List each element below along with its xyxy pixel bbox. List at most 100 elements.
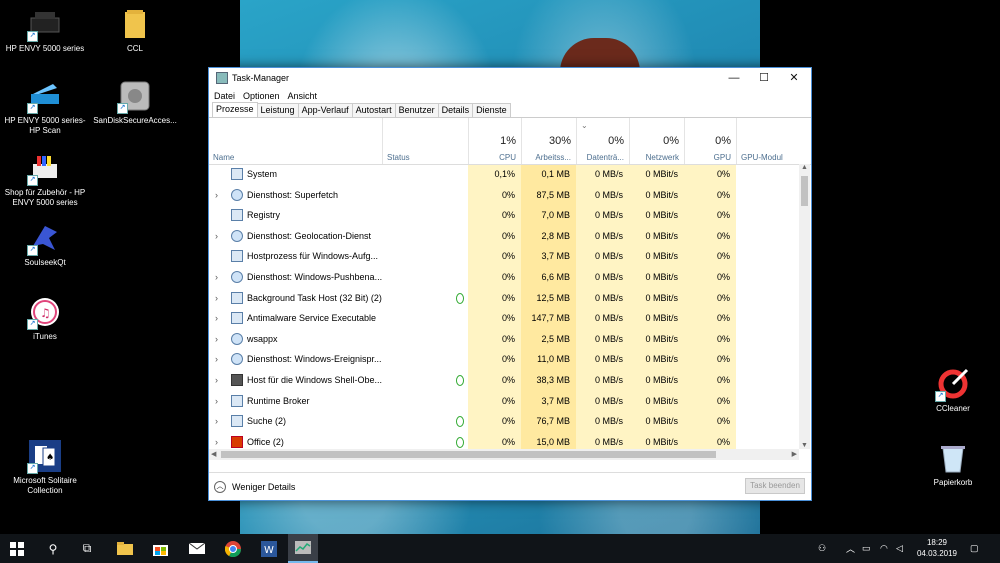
expand-chevron-icon[interactable]: › [215, 416, 218, 426]
wifi-icon[interactable]: ◠ [880, 534, 888, 563]
memory-value: 6,6 MB [541, 272, 570, 282]
search-button[interactable]: ⚲ [38, 534, 68, 563]
table-row[interactable]: › Diensthost: Windows-Ereignispr... 0% 11,0… [209, 349, 799, 370]
table-row[interactable]: System 0,1% 0,1 MB 0 MB/s 0 MBit/s 0% [209, 164, 799, 185]
search-icon: ⚲ [48, 541, 58, 556]
tab-autostart[interactable]: Autostart [351, 103, 396, 117]
col-memory[interactable]: 30% Arbeitss... [521, 118, 577, 164]
col-gpu-engine[interactable]: GPU-Modul [736, 118, 812, 164]
battery-icon[interactable]: ▭ [862, 534, 871, 563]
table-row[interactable]: › Suche (2) 0% 76,7 MB 0 MB/s 0 MBit/s 0% [209, 411, 799, 432]
tab-dienste[interactable]: Dienste [472, 103, 511, 117]
desktop-icon-hp-scan[interactable]: ↗ HP ENVY 5000 series-HP Scan [0, 80, 90, 136]
expand-chevron-icon[interactable]: › [215, 272, 218, 282]
folder-icon [117, 542, 133, 555]
expand-chevron-icon[interactable]: › [215, 437, 218, 447]
end-task-button[interactable]: Task beenden [745, 478, 805, 494]
table-row[interactable]: › Diensthost: Windows-Pushbena... 0% 6,6 MB… [209, 267, 799, 288]
network-value: 0 MBit/s [645, 189, 678, 200]
taskbar-mail[interactable] [182, 534, 212, 563]
expand-chevron-icon[interactable]: › [215, 396, 218, 406]
title-bar[interactable]: Task-Manager — ☐ ✕ [209, 68, 811, 88]
desktop-icon-ccl[interactable]: CCL [90, 8, 180, 54]
col-gpu[interactable]: 0% GPU [684, 118, 737, 164]
expand-chevron-icon[interactable]: › [215, 375, 218, 385]
desktop-icon-hp-shop[interactable]: ↗ Shop für Zubehör - HP ENVY 5000 series [0, 152, 90, 208]
col-network[interactable]: 0% Netzwerk [629, 118, 685, 164]
vertical-scroll-thumb[interactable] [801, 176, 808, 206]
close-button[interactable]: ✕ [779, 68, 809, 88]
notification-icon[interactable]: ▢ [970, 534, 979, 563]
process-table: Name Status 1% CPU 30% Arbeitss... ⌄ 0% … [209, 118, 811, 461]
taskbar-chrome[interactable] [218, 534, 248, 563]
scroll-up-icon[interactable]: ▲ [801, 164, 808, 171]
desktop-icon-hp-envy[interactable]: ↗ HP ENVY 5000 series [0, 8, 90, 54]
table-row[interactable]: › Host für die Windows Shell-Obe... 0% 38,3… [209, 370, 799, 391]
tab-benutzer[interactable]: Benutzer [394, 103, 439, 117]
menu-optionen[interactable]: Optionen [243, 91, 280, 101]
expand-chevron-icon[interactable]: › [215, 354, 218, 364]
desktop-icon-soulseek[interactable]: ↗ SoulseekQt [0, 222, 90, 268]
expand-chevron-icon[interactable]: › [215, 231, 218, 241]
desktop-icon-recycle-bin[interactable]: Papierkorb [908, 442, 998, 488]
tray-clock[interactable]: 18:29 04.03.2019 [912, 537, 962, 559]
people-icon[interactable]: ⚇ [818, 534, 826, 563]
taskbar-task-manager[interactable] [288, 534, 318, 563]
scroll-left-icon[interactable]: ◀ [211, 450, 216, 458]
task-view-button[interactable]: ⧉ [72, 534, 102, 563]
desktop-icon-label: Papierkorb [933, 478, 973, 487]
ccleaner-icon: ↗ [935, 368, 969, 402]
table-row[interactable]: Registry 0% 7,0 MB 0 MB/s 0 MBit/s 0% [209, 205, 799, 226]
desktop-icon-sandisk[interactable]: ↗ SanDiskSecureAcces... [90, 80, 180, 126]
process-icon [231, 291, 243, 304]
tab-prozesse[interactable]: Prozesse [212, 102, 258, 117]
expand-chevron-icon[interactable]: › [215, 313, 218, 323]
task-manager-window: Task-Manager — ☐ ✕ Datei Optionen Ansich… [208, 67, 812, 501]
minimize-button[interactable]: — [719, 68, 749, 88]
table-row[interactable]: › Antimalware Service Executable 0% 147,7 M… [209, 308, 799, 329]
taskbar-explorer[interactable] [110, 534, 140, 563]
scanner-icon: ↗ [27, 80, 61, 114]
process-name: Background Task Host (32 Bit) (2) [247, 292, 382, 303]
taskbar-store[interactable] [145, 534, 175, 563]
disk-value: 0 MB/s [594, 416, 623, 427]
expand-chevron-icon[interactable]: › [215, 334, 218, 344]
col-status[interactable]: Status [382, 118, 469, 164]
horizontal-scrollbar[interactable]: ◀ ▶ [209, 449, 799, 460]
fewer-details-button[interactable]: ︿ Weniger Details [214, 481, 295, 493]
taskbar-word[interactable]: W [254, 534, 284, 563]
table-row[interactable]: › wsappx 0% 2,5 MB 0 MB/s 0 MBit/s 0% [209, 329, 799, 350]
scroll-down-icon[interactable]: ▼ [801, 442, 808, 449]
tab-leistung[interactable]: Leistung [256, 103, 299, 117]
col-disk[interactable]: ⌄ 0% Datenträ... [576, 118, 630, 164]
volume-icon[interactable]: ◁ [896, 534, 903, 563]
table-row[interactable]: › Runtime Broker 0% 3,7 MB 0 MB/s 0 MBit/s 0% [209, 391, 799, 412]
col-name[interactable]: Name [209, 118, 382, 164]
tab-details[interactable]: Details [437, 103, 474, 117]
table-row[interactable]: › Background Task Host (32 Bit) (2) 0% 12,5… [209, 288, 799, 309]
table-row[interactable]: › Diensthost: Superfetch 0% 87,5 MB 0 MB/s 0 … [209, 185, 799, 206]
menu-datei[interactable]: Datei [214, 91, 235, 101]
start-button[interactable] [2, 534, 32, 563]
table-row[interactable]: Hostprozess für Windows-Aufg... 0% 3,7 MB 0… [209, 246, 799, 267]
maximize-button[interactable]: ☐ [749, 68, 779, 88]
desktop-icon-solitaire[interactable]: ♠ ↗ Microsoft Solitaire Collection [0, 440, 90, 496]
table-row[interactable]: › Diensthost: Geolocation-Dienst 0% 2,8 MB 0… [209, 226, 799, 247]
process-name: Hostprozess für Windows-Aufg... [247, 251, 379, 262]
scroll-right-icon[interactable]: ▶ [792, 450, 797, 458]
horizontal-scroll-thumb[interactable] [221, 451, 716, 458]
expand-chevron-icon[interactable]: › [215, 293, 218, 303]
desktop-icon-ccleaner[interactable]: ↗ CCleaner [908, 368, 998, 414]
tab-app-verlauf[interactable]: App-Verlauf [297, 103, 353, 117]
menu-ansicht[interactable]: Ansicht [288, 91, 318, 101]
expand-chevron-icon[interactable]: › [215, 190, 218, 200]
table-row[interactable]: › Office (2) 0% 15,0 MB 0 MB/s 0 MBit/s 0% [209, 432, 799, 449]
process-icon [231, 209, 243, 222]
vertical-scrollbar[interactable]: ▲ ▼ [799, 164, 810, 449]
disk-value: 0 MB/s [594, 313, 623, 324]
task-view-icon: ⧉ [82, 541, 92, 555]
cpu-value: 0% [501, 395, 515, 406]
col-cpu[interactable]: 1% CPU [468, 118, 522, 164]
tray-chevron-up-icon[interactable]: ︿ [846, 534, 855, 563]
desktop-icon-itunes[interactable]: ♫ ↗ iTunes [0, 296, 90, 342]
